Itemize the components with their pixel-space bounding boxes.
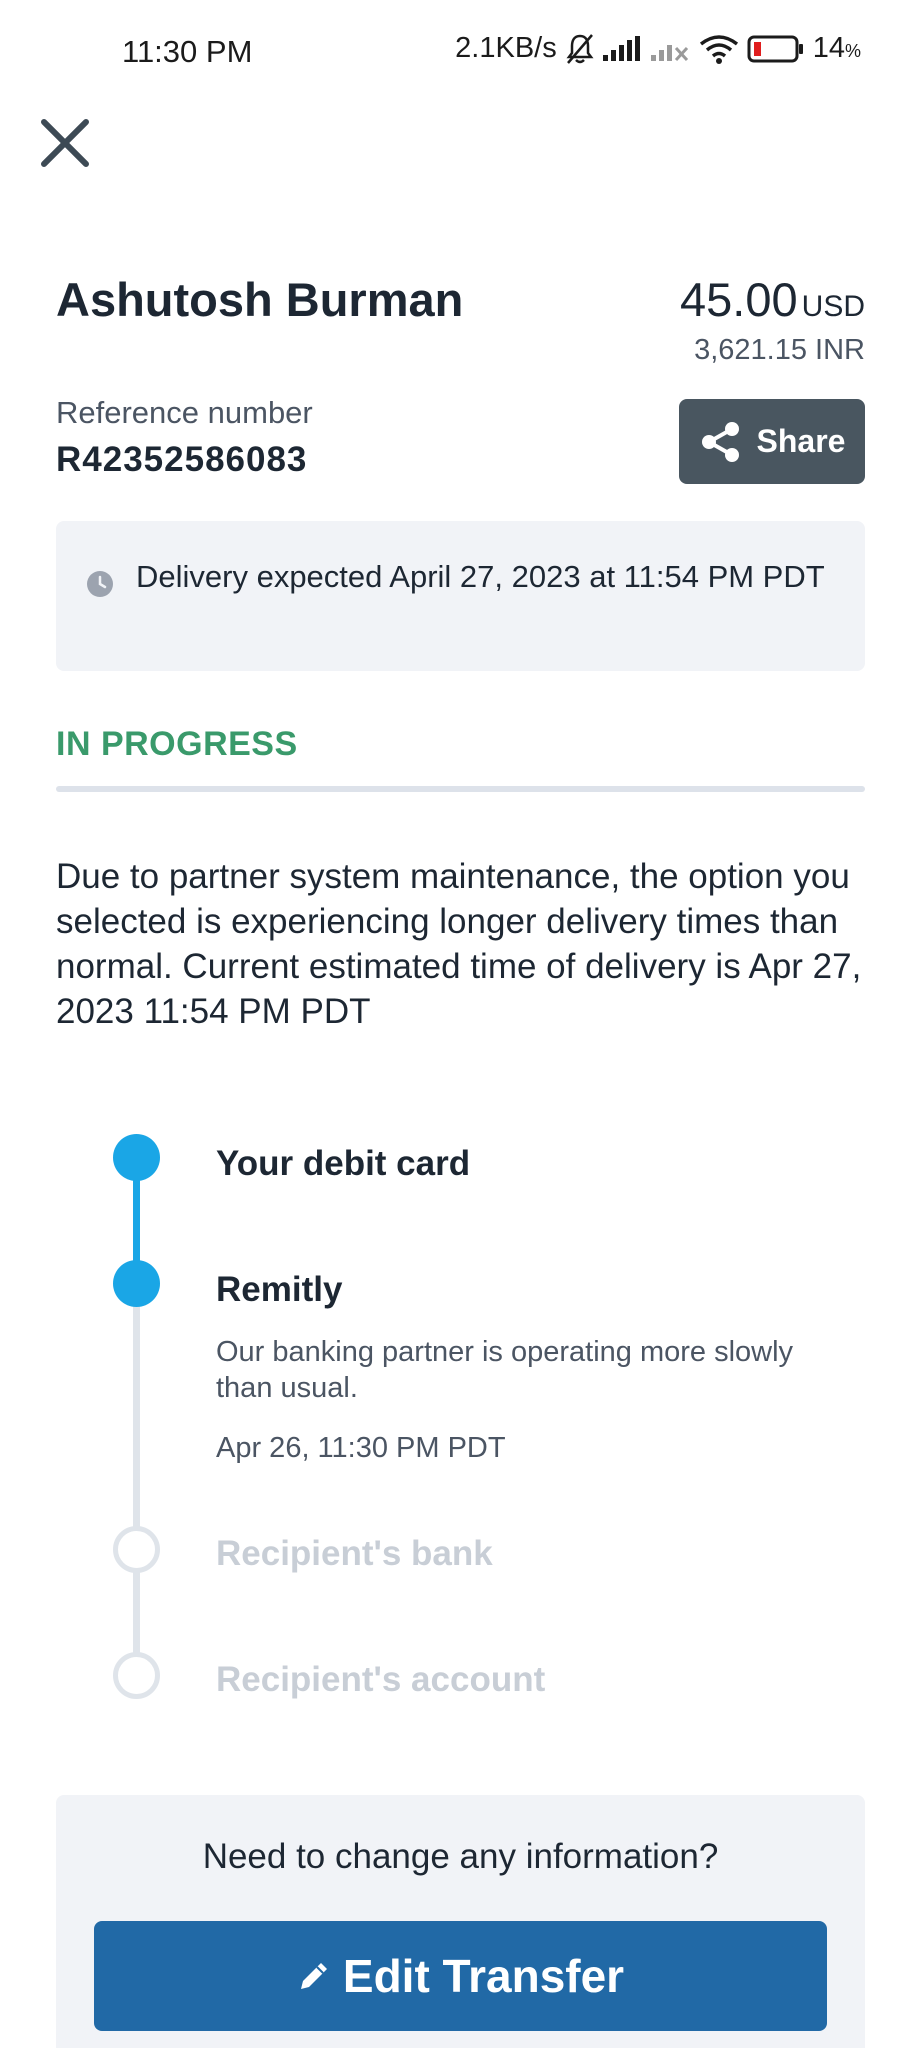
battery-percent-value: 14 — [812, 32, 845, 64]
timeline-step-title: Remitly — [216, 1270, 343, 1309]
change-info-question: Need to change any information? — [202, 1837, 719, 1876]
timeline-dot-done — [113, 1260, 160, 1307]
timeline-step-title: Recipient's account — [216, 1660, 546, 1699]
timeline-dot-done — [113, 1134, 160, 1181]
timeline-step-title: Your debit card — [216, 1144, 471, 1183]
reference-number: R42352586083 — [56, 440, 308, 479]
battery-percent: 14% — [813, 32, 861, 65]
reference-label: Reference number — [56, 395, 313, 430]
status-bar: 11:30 PM 2.1KB/s 14% — [0, 0, 921, 100]
share-icon — [701, 421, 739, 462]
transfer-timeline: Your debit card Remitly Our banking part… — [0, 1130, 921, 1730]
timeline-dot-pending — [113, 1652, 160, 1699]
send-amount: 45.00 USD — [680, 272, 865, 327]
bell-muted-icon — [565, 33, 595, 65]
network-speed: 2.1KB/s — [455, 32, 557, 64]
recipient-name: Ashutosh Burman — [56, 273, 464, 326]
battery-percent-unit: % — [844, 41, 861, 61]
signal-icon — [602, 35, 643, 62]
status-icons: 2.1KB/s 14% — [455, 32, 861, 65]
wifi-icon — [699, 34, 739, 64]
clock-icon — [87, 571, 113, 597]
battery-icon — [747, 34, 805, 64]
pencil-icon — [300, 1963, 327, 1989]
close-button[interactable] — [40, 118, 90, 168]
change-info-card: Need to change any information? Edit Tra… — [56, 1795, 865, 2048]
share-button[interactable]: Share — [679, 399, 865, 484]
send-amount-value: 45.00 — [680, 273, 798, 326]
timeline-connector — [133, 1284, 140, 1678]
delivery-estimate-text: Delivery expected April 27, 2023 at 11:5… — [136, 559, 825, 594]
timeline-step-message: Our banking partner is operating more sl… — [216, 1336, 794, 1404]
close-icon — [41, 119, 89, 167]
transfer-status: IN PROGRESS — [56, 725, 298, 763]
delivery-estimate-box: Delivery expected April 27, 2023 at 11:5… — [56, 521, 865, 671]
timeline-dot-pending — [113, 1526, 160, 1573]
status-time: 11:30 PM — [122, 34, 253, 69]
send-amount-currency: USD — [801, 290, 865, 323]
received-amount: 3,621.15 INR — [694, 334, 865, 366]
edit-transfer-button[interactable]: Edit Transfer — [94, 1921, 827, 2031]
timeline-step-timestamp: Apr 26, 11:30 PM PDT — [216, 1432, 506, 1464]
share-button-label: Share — [756, 423, 846, 459]
timeline-step-title: Recipient's bank — [216, 1534, 493, 1573]
delay-notice: Due to partner system maintenance, the o… — [56, 857, 862, 1031]
status-divider — [56, 786, 865, 792]
edit-transfer-label: Edit Transfer — [342, 1950, 625, 2002]
signal-no-service-icon — [650, 36, 691, 62]
